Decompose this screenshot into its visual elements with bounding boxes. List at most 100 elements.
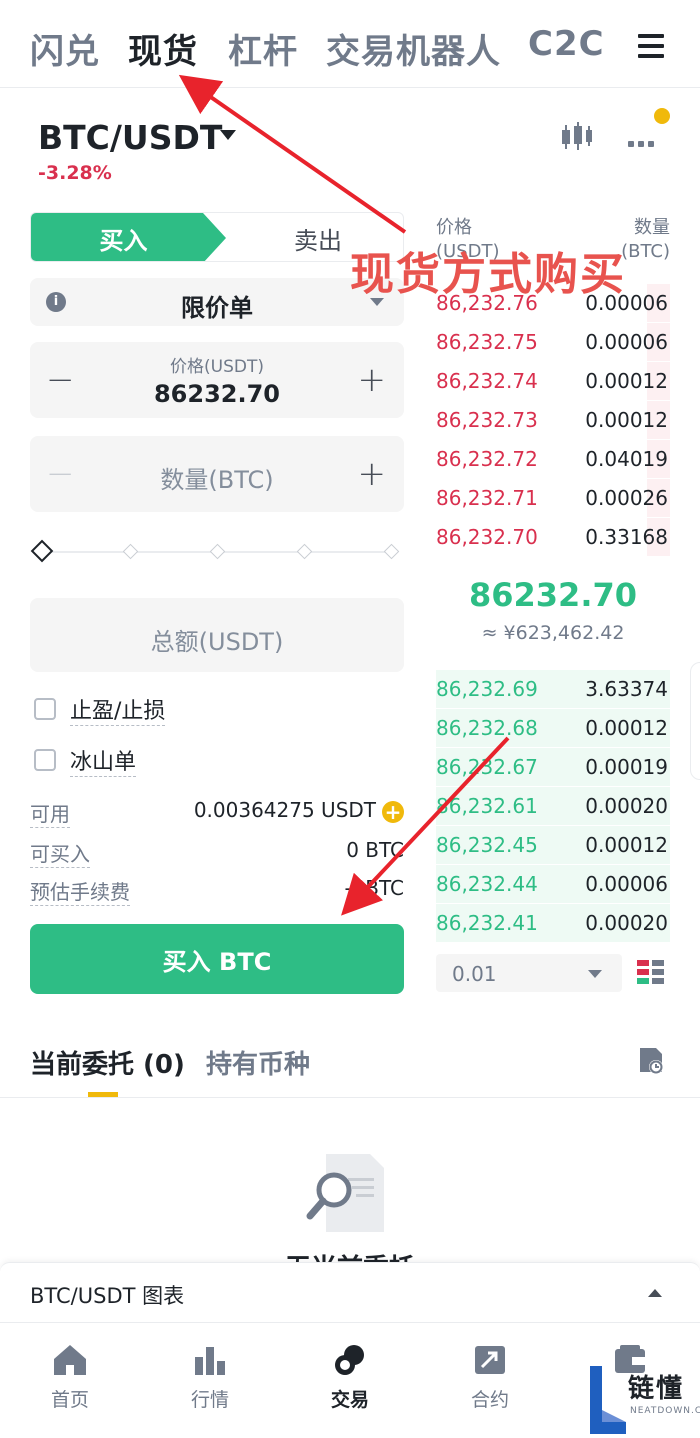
no-orders-icon	[306, 1154, 384, 1232]
quantity-increase-button[interactable]: +	[358, 454, 387, 494]
orderbook-layout-icon[interactable]	[636, 958, 666, 988]
bid-row[interactable]: 86,232.41 0.00020	[436, 904, 670, 942]
bid-price: 86,232.45	[436, 833, 538, 857]
bid-quantity: 3.63374	[585, 677, 668, 701]
candlestick-chart-icon[interactable]	[558, 120, 594, 152]
slider-handle[interactable]	[30, 539, 54, 563]
ask-row[interactable]: 86,232.72 0.04019	[436, 440, 670, 478]
slider-node-100[interactable]	[383, 543, 400, 560]
active-tab-indicator	[88, 1092, 118, 1097]
ask-price: 86,232.74	[436, 369, 538, 393]
ask-quantity: 0.33168	[585, 525, 668, 549]
price-input[interactable]: − 价格(USDT) 86232.70 +	[30, 342, 404, 418]
caret-up-icon[interactable]	[648, 1289, 662, 1297]
ask-price: 86,232.70	[436, 525, 538, 549]
menu-icon[interactable]	[638, 34, 664, 58]
available-label: 可用	[30, 798, 70, 828]
nav-futures[interactable]: 合约	[440, 1343, 540, 1412]
add-funds-icon[interactable]: +	[382, 801, 404, 823]
depth-precision-value: 0.01	[452, 962, 497, 986]
bid-row[interactable]: 86,232.69 3.63374	[436, 670, 670, 708]
bid-row[interactable]: 86,232.45 0.00012	[436, 826, 670, 864]
can-buy-label: 可买入	[30, 838, 90, 868]
ask-price: 86,232.73	[436, 408, 538, 432]
last-price[interactable]: 86232.70	[436, 576, 670, 614]
tab-margin[interactable]: 杠杆	[228, 24, 298, 73]
iceberg-label: 冰山单	[70, 744, 137, 777]
can-buy-value: 0 BTC	[346, 838, 404, 862]
bid-quantity: 0.00020	[585, 911, 668, 935]
tab-trading-bot[interactable]: 交易机器人	[326, 24, 501, 73]
orderbook-qty-header: 数量 (BTC)	[621, 217, 670, 262]
nav-markets-label: 行情	[190, 1389, 229, 1411]
home-icon	[54, 1345, 86, 1375]
ask-row[interactable]: 86,232.70 0.33168	[436, 518, 670, 556]
iceberg-checkbox[interactable]: 冰山单	[34, 747, 137, 777]
notification-dot	[654, 108, 670, 124]
bid-row[interactable]: 86,232.68 0.00012	[436, 709, 670, 747]
ask-row[interactable]: 86,232.74 0.00012	[436, 362, 670, 400]
bid-row[interactable]: 86,232.44 0.00006	[436, 865, 670, 903]
bid-quantity: 0.00019	[585, 755, 668, 779]
orders-tabs: 当前委托 (0) 持有币种	[0, 1040, 700, 1098]
tp-sl-label: 止盈/止损	[70, 693, 166, 726]
bid-price: 86,232.69	[436, 677, 538, 701]
buy-tab[interactable]: 买入	[31, 213, 226, 261]
trade-icon	[335, 1345, 364, 1375]
caret-down-icon[interactable]	[220, 130, 236, 140]
nav-futures-label: 合约	[470, 1389, 509, 1411]
slider-node-75[interactable]	[296, 543, 313, 560]
ask-row[interactable]: 86,232.73 0.00012	[436, 401, 670, 439]
quantity-placeholder: 数量(BTC)	[160, 466, 274, 494]
nav-trade[interactable]: 交易	[300, 1343, 400, 1412]
total-input[interactable]: 总额(USDT)	[30, 598, 404, 672]
bid-price: 86,232.44	[436, 872, 538, 896]
total-placeholder: 总额(USDT)	[150, 628, 284, 656]
fee-label: 预估手续费	[30, 876, 130, 906]
bid-row[interactable]: 86,232.67 0.00019	[436, 748, 670, 786]
nav-markets[interactable]: 行情	[160, 1343, 260, 1412]
can-buy-row: 可买入 0 BTC	[30, 838, 404, 868]
price-value[interactable]: 86232.70	[30, 380, 404, 408]
ask-quantity: 0.00006	[585, 330, 668, 354]
ask-row[interactable]: 86,232.71 0.00026	[436, 479, 670, 517]
available-value: 0.00364275 USDT	[193, 798, 376, 822]
side-panel-handle[interactable]	[690, 662, 700, 780]
nav-home[interactable]: 首页	[20, 1343, 120, 1412]
bid-row[interactable]: 86,232.61 0.00020	[436, 787, 670, 825]
ask-quantity: 0.00012	[585, 408, 668, 432]
price-increase-button[interactable]: +	[358, 360, 387, 400]
order-history-icon[interactable]	[636, 1046, 666, 1076]
annotation-text: 现货方式购买	[350, 249, 626, 300]
price-change: -3.28%	[38, 162, 112, 184]
price-label: 价格(USDT)	[170, 357, 264, 377]
annotation-arrow-to-spot-tab	[178, 74, 407, 234]
ask-price: 86,232.72	[436, 447, 538, 471]
markets-icon	[195, 1347, 225, 1375]
quantity-input[interactable]: − 数量(BTC) +	[30, 436, 404, 512]
slider-node-25[interactable]	[122, 543, 139, 560]
pair-selector[interactable]: BTC/USDT	[38, 118, 222, 157]
slider-node-50[interactable]	[209, 543, 226, 560]
bid-quantity: 0.00006	[585, 872, 668, 896]
bid-price: 86,232.68	[436, 716, 538, 740]
order-type-select[interactable]: i 限价单	[30, 278, 404, 326]
top-nav: 闪兑 现货 杠杆 交易机器人 C2C	[0, 0, 700, 88]
chart-drawer[interactable]: BTC/USDT 图表	[0, 1262, 700, 1322]
tab-c2c[interactable]: C2C	[528, 24, 605, 64]
futures-icon	[475, 1346, 505, 1374]
bid-price: 86,232.67	[436, 755, 538, 779]
tab-spot[interactable]: 现货	[128, 24, 198, 73]
tab-flash-swap[interactable]: 闪兑	[30, 24, 100, 73]
ask-row[interactable]: 86,232.75 0.00006	[436, 323, 670, 361]
tab-open-orders[interactable]: 当前委托 (0)	[30, 1044, 185, 1081]
buy-btc-button[interactable]: 买入 BTC	[30, 924, 404, 994]
ask-quantity: 0.00012	[585, 369, 668, 393]
more-icon[interactable]	[628, 132, 660, 147]
ask-quantity: 0.04019	[585, 447, 668, 471]
bid-price: 86,232.41	[436, 911, 538, 935]
amount-slider[interactable]	[30, 539, 400, 563]
depth-precision-select[interactable]: 0.01	[436, 954, 622, 992]
tp-sl-checkbox[interactable]: 止盈/止损	[34, 696, 166, 726]
tab-holdings[interactable]: 持有币种	[206, 1044, 310, 1081]
